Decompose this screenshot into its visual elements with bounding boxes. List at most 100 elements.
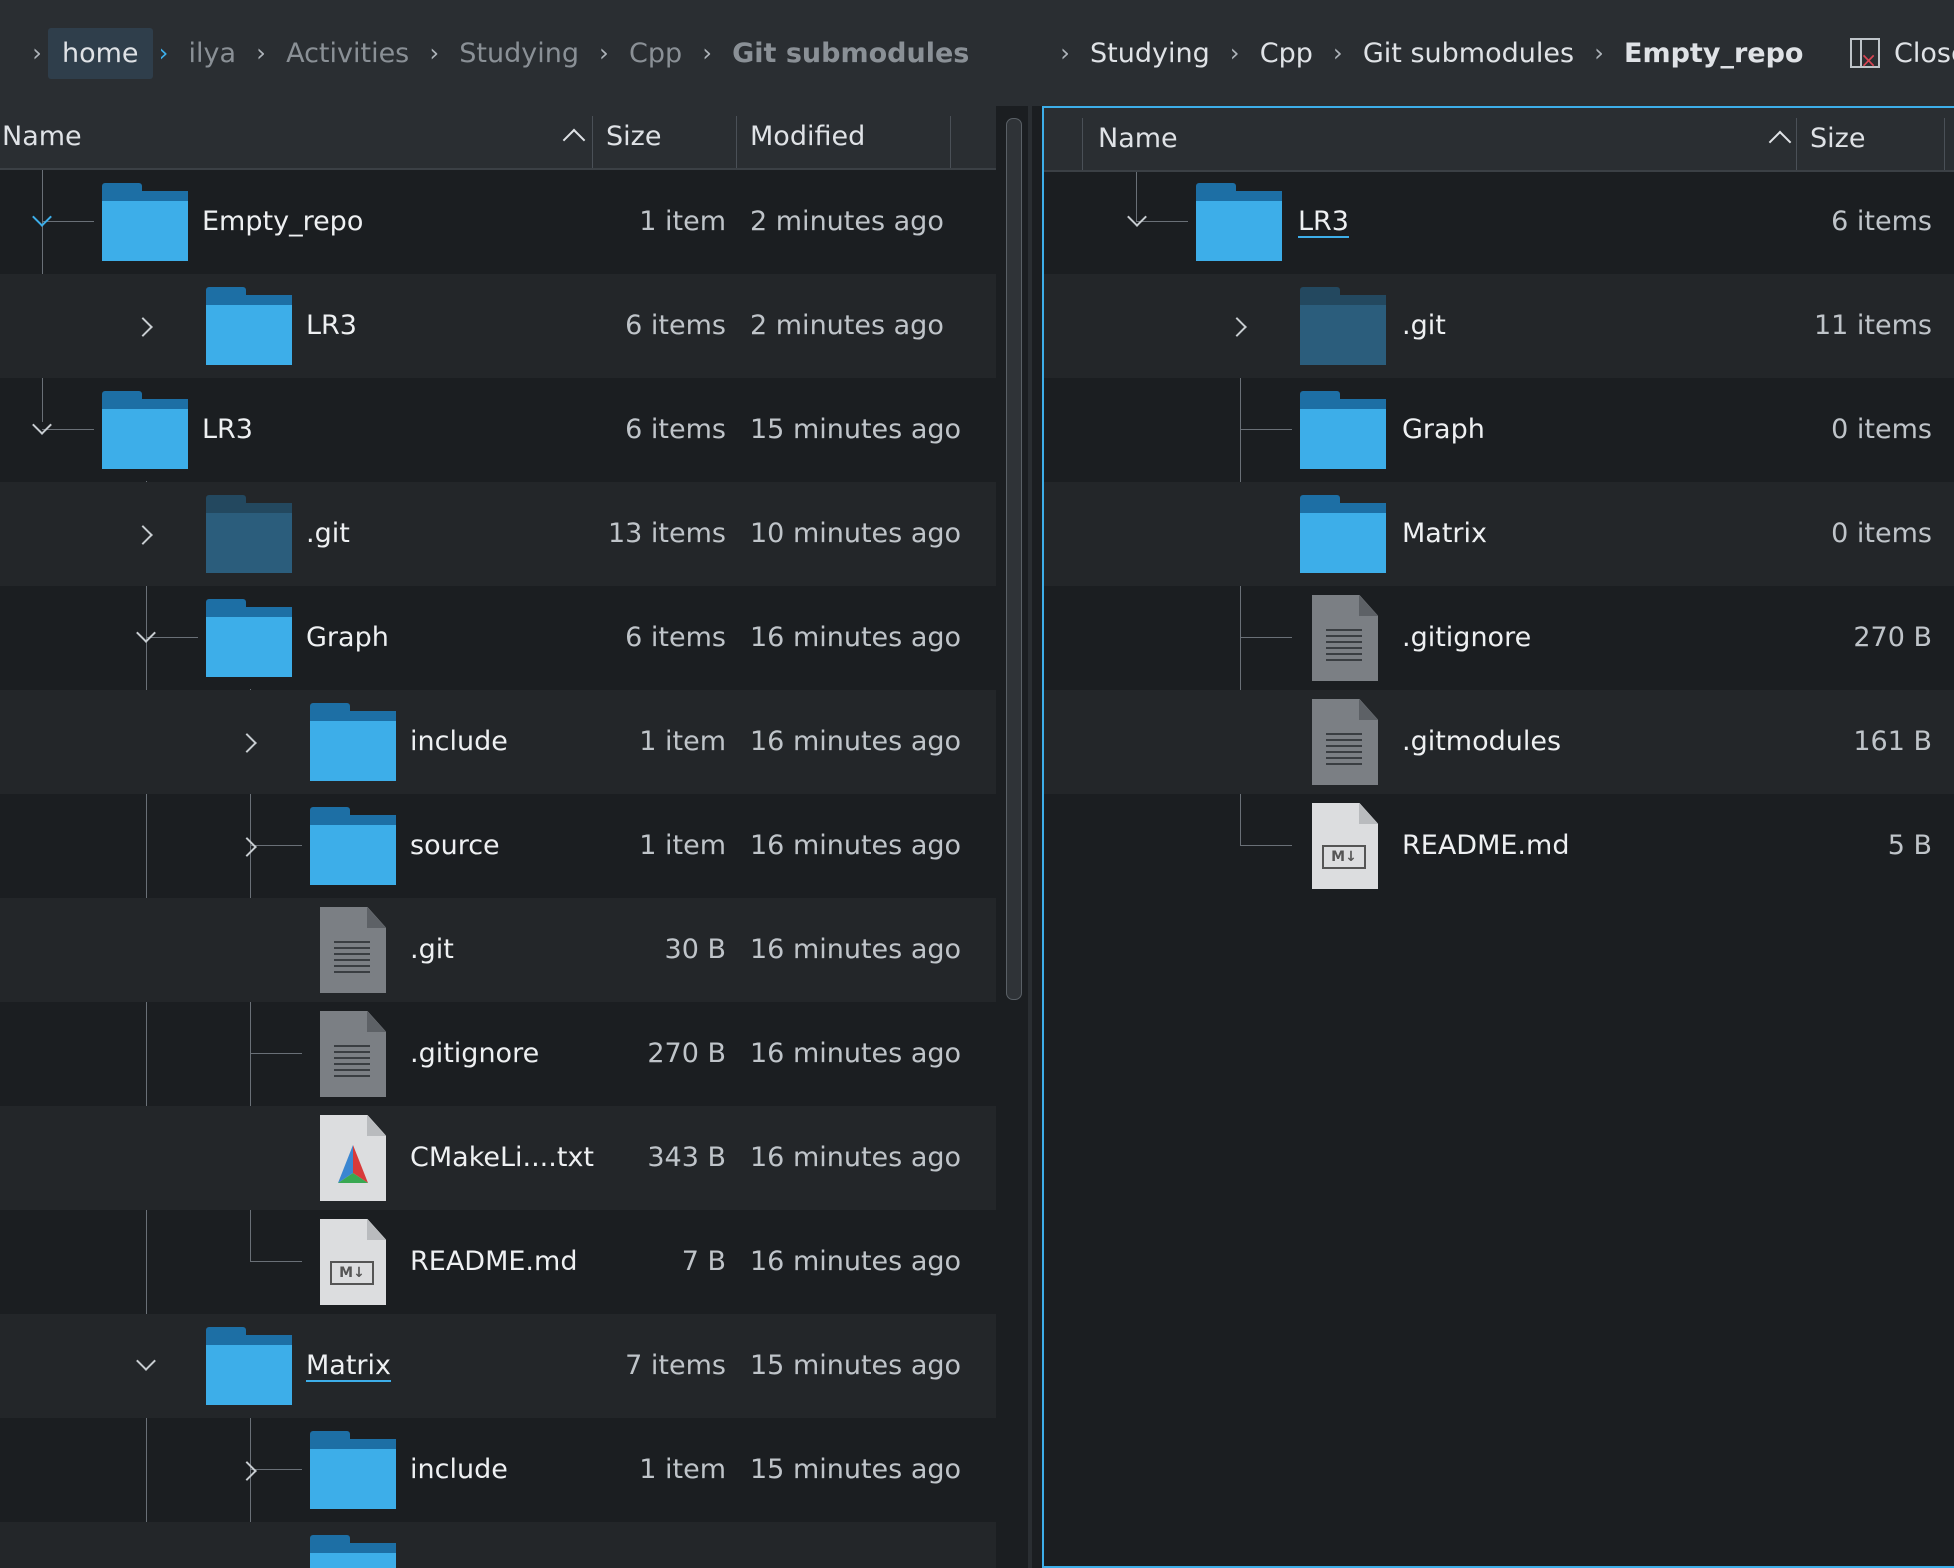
column-header: Name Size Modified	[0, 106, 996, 170]
item-modified: 16 minutes ago	[750, 1142, 962, 1173]
chevron-down-icon[interactable]	[32, 415, 52, 435]
item-size: 270 B	[1853, 622, 1932, 653]
text-file-icon	[320, 907, 386, 993]
chevron-right-icon[interactable]: ›	[1584, 39, 1614, 67]
item-size: 30 B	[664, 934, 726, 965]
markdown-file-icon: M↓	[320, 1219, 386, 1305]
table-row[interactable]: Empty_repo 1 item 2 minutes ago	[0, 170, 996, 274]
chevron-down-icon[interactable]	[1127, 207, 1147, 227]
cmake-file-icon	[320, 1115, 386, 1201]
folder-icon	[102, 391, 188, 469]
chevron-right-icon[interactable]: ›	[1323, 39, 1353, 67]
close-split-button[interactable]: Close	[1850, 0, 1954, 106]
left-file-view[interactable]: Name Size Modified Empty_repo 1 item 2 m…	[0, 106, 996, 1568]
table-row[interactable]: source 1 item 16 minutes ago	[0, 794, 996, 898]
folder-icon	[206, 599, 292, 677]
breadcrumb-studying[interactable]: Studying	[1090, 38, 1210, 69]
table-row[interactable]: Matrix 7 items 15 minutes ago	[0, 1314, 996, 1418]
chevron-down-icon[interactable]	[32, 207, 52, 227]
table-row[interactable]: include 1 item 15 minutes ago	[0, 1418, 996, 1522]
folder-icon	[206, 1327, 292, 1405]
text-file-icon	[1312, 699, 1378, 785]
chevron-right-icon[interactable]	[237, 1461, 257, 1481]
table-row[interactable]: .gitignore 270 B	[1044, 586, 1954, 690]
table-row[interactable]: .git 30 B 16 minutes ago	[0, 898, 996, 1002]
chevron-right-icon[interactable]: ›	[589, 39, 619, 67]
item-size: 5 B	[1887, 830, 1932, 861]
breadcrumb-empty-repo[interactable]: Empty_repo	[1624, 38, 1803, 69]
breadcrumb-git-submodules[interactable]: Git submodules	[732, 38, 969, 69]
item-name: Matrix	[1402, 518, 1488, 549]
chevron-right-icon[interactable]: ›	[1220, 39, 1250, 67]
table-row[interactable]: LR3 6 items 2 minutes ago	[0, 274, 996, 378]
chevron-right-icon[interactable]	[133, 317, 153, 337]
chevron-right-icon[interactable]	[1227, 317, 1247, 337]
item-size: 11 items	[1813, 310, 1932, 341]
table-row[interactable]: M↓ README.md 7 B 16 minutes ago	[0, 1210, 996, 1314]
chevron-right-icon[interactable]	[133, 525, 153, 545]
chevron-right-icon[interactable]: ›	[419, 39, 449, 67]
folder-icon	[310, 1535, 396, 1568]
item-name: LR3	[1298, 206, 1349, 237]
breadcrumb-home[interactable]: home	[48, 27, 153, 79]
chevron-right-icon[interactable]: ›	[246, 39, 276, 67]
vertical-scrollbar[interactable]	[1006, 118, 1022, 1000]
chevron-down-icon[interactable]	[136, 623, 156, 643]
chevron-down-icon[interactable]	[136, 1351, 156, 1371]
item-name: Matrix	[306, 1350, 392, 1381]
right-breadcrumb: › Studying › Cpp › Git submodules › Empt…	[1040, 0, 1803, 106]
column-name-header[interactable]: Name	[2, 106, 82, 168]
item-size: 7 items	[625, 1350, 726, 1381]
breadcrumb-ilya[interactable]: ilya	[189, 38, 237, 69]
table-row[interactable]: .git 13 items 10 minutes ago	[0, 482, 996, 586]
breadcrumb-cpp[interactable]: Cpp	[1260, 38, 1313, 69]
breadcrumb-cpp[interactable]: Cpp	[629, 38, 682, 69]
item-modified: 15 minutes ago	[750, 414, 962, 445]
table-row[interactable]: LR3 6 items	[1044, 170, 1954, 274]
item-name: source	[410, 830, 500, 861]
item-size: 0 items	[1831, 414, 1932, 445]
column-size-header[interactable]: Size	[606, 106, 661, 168]
item-modified: 2 minutes ago	[750, 206, 944, 237]
item-modified: 16 minutes ago	[750, 934, 962, 965]
table-row[interactable]: .gitignore 270 B 16 minutes ago	[0, 1002, 996, 1106]
split-divider[interactable]	[1028, 106, 1032, 1568]
table-row[interactable]: .gitmodules 161 B	[1044, 690, 1954, 794]
item-size: 1 item	[639, 830, 726, 861]
table-row[interactable]: LR3 6 items 15 minutes ago	[0, 378, 996, 482]
location-bar: › home › ilya › Activities › Studying › …	[0, 0, 1954, 106]
chevron-right-icon[interactable]: ›	[149, 39, 179, 67]
breadcrumb-studying[interactable]: Studying	[459, 38, 579, 69]
markdown-file-icon: M↓	[1312, 803, 1378, 889]
table-row[interactable]: Matrix 0 items	[1044, 482, 1954, 586]
table-row[interactable]: Graph 6 items 16 minutes ago	[0, 586, 996, 690]
chevron-right-icon[interactable]: ›	[692, 39, 722, 67]
item-modified: 16 minutes ago	[750, 830, 962, 861]
chevron-right-icon[interactable]: ›	[1050, 39, 1080, 67]
item-name: include	[410, 726, 508, 757]
table-row[interactable]: Graph 0 items	[1044, 378, 1954, 482]
table-row[interactable]: CMakeLi....txt 343 B 16 minutes ago	[0, 1106, 996, 1210]
item-size: 343 B	[647, 1142, 726, 1173]
item-modified: 15 minutes ago	[750, 1350, 962, 1381]
chevron-right-icon[interactable]	[237, 733, 257, 753]
right-file-view[interactable]: Name Size LR3 6 items .git 11 items Grap…	[1042, 106, 1954, 1568]
item-size: 1 item	[639, 1454, 726, 1485]
item-size: 1 item	[639, 726, 726, 757]
item-modified: 15 minutes ago	[750, 1454, 962, 1485]
column-size-header[interactable]: Size	[1810, 108, 1865, 170]
column-header: Name Size	[1044, 108, 1954, 172]
table-row[interactable]: M↓ README.md 5 B	[1044, 794, 1954, 898]
item-name: .gitmodules	[1402, 726, 1562, 757]
item-size: 161 B	[1853, 726, 1932, 757]
breadcrumb-activities[interactable]: Activities	[286, 38, 409, 69]
column-modified-header[interactable]: Modified	[750, 106, 865, 168]
table-row[interactable]	[0, 1522, 996, 1568]
sort-ascending-icon	[1768, 130, 1792, 154]
column-name-header[interactable]: Name	[1098, 108, 1178, 170]
breadcrumb-git-submodules[interactable]: Git submodules	[1363, 38, 1574, 69]
table-row[interactable]: .git 11 items	[1044, 274, 1954, 378]
left-breadcrumb: › home › ilya › Activities › Studying › …	[22, 0, 969, 106]
table-row[interactable]: include 1 item 16 minutes ago	[0, 690, 996, 794]
chevron-right-icon[interactable]	[237, 837, 257, 857]
